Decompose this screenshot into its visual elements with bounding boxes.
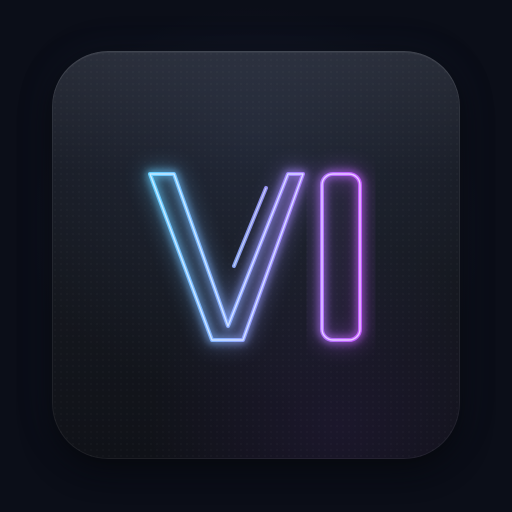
vi-logo-icon: [144, 168, 366, 346]
letter-v: [144, 168, 309, 346]
letter-i: [316, 168, 366, 346]
